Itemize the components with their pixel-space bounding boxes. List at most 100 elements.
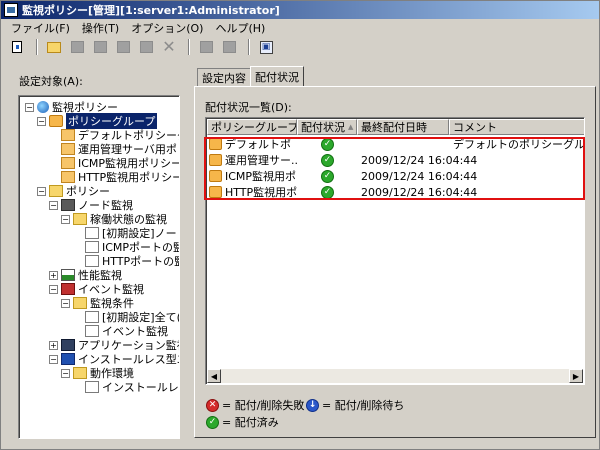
edit-button[interactable] <box>90 38 110 56</box>
import-button[interactable] <box>196 38 216 56</box>
find-icon: ▣ <box>259 40 273 54</box>
row-comment <box>483 152 583 168</box>
legend-waiting-label: = 配付/削除待ち <box>322 399 405 412</box>
tree-node-performance[interactable]: + 性能監視 <box>49 268 122 282</box>
export-button[interactable] <box>219 38 239 56</box>
tab-distribution-status[interactable]: 配付状況 <box>250 66 304 87</box>
new-button[interactable] <box>44 38 64 56</box>
tree-node-event-monitor[interactable]: − イベント監視 <box>49 282 144 296</box>
tree-node-default-all[interactable]: [初期設定]全て( <box>85 310 179 324</box>
collapse-icon[interactable]: − <box>49 284 58 294</box>
table-row[interactable]: デフォルトポ ✓ デフォルトのポリシーグループ <box>207 136 585 152</box>
app-icon <box>61 339 75 351</box>
group-icon <box>49 115 63 127</box>
table-row[interactable]: 運用管理サー... ✓ 2009/12/24 16:04:44 <box>207 152 584 168</box>
tree-node-installless-item[interactable]: インストールレ <box>85 380 179 394</box>
scroll-right-icon[interactable]: ▶ <box>569 369 583 383</box>
app-icon <box>4 3 18 17</box>
policy-tree[interactable]: − 監視ポリシー − ポリシーグループ デフォルトポリシーグル 運用管理サーバ用… <box>18 95 180 439</box>
tree-node-root[interactable]: − 監視ポリシー <box>25 100 118 114</box>
doc-icon <box>85 241 99 253</box>
column-header-status-label: 配付状況 <box>301 121 345 134</box>
tree-node-icmp-port[interactable]: ICMPポートの監 <box>85 240 179 254</box>
tree-node-app-monitor[interactable]: + アプリケーション監視 <box>49 338 179 352</box>
distribution-list-label: 配付状況一覧(D): <box>205 101 292 114</box>
folder-icon <box>73 213 87 225</box>
tree-node-event-monitor-item[interactable]: イベント監視 <box>85 324 168 338</box>
collapse-icon[interactable]: − <box>61 214 70 224</box>
column-header-last-date[interactable]: 最終配付日時 <box>357 119 449 135</box>
expand-icon[interactable]: + <box>49 270 58 280</box>
doc-icon <box>85 255 99 267</box>
row-name-cell: デフォルトポ <box>209 136 297 152</box>
menu-file[interactable]: ファイル(F) <box>5 20 76 36</box>
event-icon <box>61 283 75 295</box>
column-header-name[interactable]: ポリシーグループ名 <box>207 119 297 135</box>
tree-node-policy[interactable]: − ポリシー <box>37 184 110 198</box>
paste-button[interactable] <box>136 38 156 56</box>
row-date <box>361 136 449 152</box>
horizontal-scrollbar[interactable]: ◀ ▶ <box>207 369 583 383</box>
legend-waiting: ↓ = 配付/削除待ち <box>306 397 404 413</box>
tree-node-http-group[interactable]: HTTP監視用ポリシーグル <box>61 170 179 184</box>
distribution-list[interactable]: ポリシーグループ名 配付状況 ▲ 最終配付日時 コメント デフォルトポ ✓ デフ… <box>205 117 585 385</box>
policy-group-icon <box>209 170 222 182</box>
window-title: 監視ポリシー[管理][1:server1:Administrator] <box>22 4 280 17</box>
tree-node-installless[interactable]: − インストールレス型エ <box>49 352 179 366</box>
tree-node-http-port[interactable]: HTTPポートの監 <box>85 254 179 268</box>
collapse-icon[interactable]: − <box>61 368 70 378</box>
cut-button[interactable] <box>113 38 133 56</box>
delete-button[interactable]: ✕ <box>159 38 179 56</box>
tab-settings[interactable]: 設定内容 <box>197 68 251 86</box>
collapse-icon[interactable]: − <box>49 354 58 364</box>
doc-icon <box>85 227 99 239</box>
tree-node-environment[interactable]: − 動作環境 <box>61 366 134 380</box>
menu-operation[interactable]: 操作(T) <box>76 20 125 36</box>
policy-group-icon <box>209 138 222 150</box>
row-name-cell: 運用管理サー... <box>209 152 297 168</box>
tree-node-icmp-group[interactable]: ICMP監視用ポリシーグル <box>61 156 179 170</box>
doc-icon <box>85 311 99 323</box>
find-button[interactable]: ▣ <box>256 38 276 56</box>
tree-node-node-monitor[interactable]: − ノード監視 <box>49 198 133 212</box>
install-icon <box>61 353 75 365</box>
row-date: 2009/12/24 16:04:44 <box>361 169 478 183</box>
delete-icon: ✕ <box>162 37 176 56</box>
collapse-icon[interactable]: − <box>25 102 34 112</box>
row-status-cell: ✓ <box>321 152 341 168</box>
edit-icon <box>93 41 107 53</box>
tree-node-default-node[interactable]: [初期設定]ノー <box>85 226 177 240</box>
folder-icon <box>73 297 87 309</box>
table-row[interactable]: ICMP監視用ポ... ✓ 2009/12/24 16:04:44 <box>207 168 584 184</box>
menu-help[interactable]: ヘルプ(H) <box>209 20 271 36</box>
legend-failed: ✕ = 配付/削除失敗 <box>206 397 304 413</box>
table-row[interactable]: HTTP監視用ポ... ✓ 2009/12/24 16:04:44 <box>207 184 584 200</box>
tree-node-alive-monitor[interactable]: − 稼働状態の監視 <box>61 212 167 226</box>
column-header-comment[interactable]: コメント <box>449 119 584 135</box>
row-date: 2009/12/24 16:04:44 <box>361 153 478 167</box>
tree-node-default-group[interactable]: デフォルトポリシーグル <box>61 128 179 142</box>
new-icon <box>47 41 61 53</box>
export-icon <box>222 41 236 53</box>
collapse-icon[interactable]: − <box>37 186 46 196</box>
column-header-status[interactable]: 配付状況 ▲ <box>297 119 357 135</box>
copy-button[interactable] <box>67 38 87 56</box>
scroll-left-icon[interactable]: ◀ <box>207 369 221 383</box>
folder-icon <box>49 185 63 197</box>
expand-icon[interactable]: + <box>49 340 58 350</box>
policy-icon <box>61 143 75 155</box>
row-comment: デフォルトのポリシーグループ <box>453 138 585 151</box>
chart-icon <box>61 269 75 281</box>
collapse-icon[interactable]: − <box>37 116 46 126</box>
toolbar-separator <box>248 39 250 55</box>
collapse-icon[interactable]: − <box>61 298 70 308</box>
menu-options[interactable]: オプション(O) <box>125 20 209 36</box>
title-bar: 監視ポリシー[管理][1:server1:Administrator] <box>1 1 599 19</box>
tree-node-policy-group[interactable]: − ポリシーグループ <box>37 113 158 129</box>
tree-node-monitor-condition[interactable]: − 監視条件 <box>61 296 134 310</box>
row-comment <box>483 184 583 200</box>
tree-node-mgmt-group[interactable]: 運用管理サーバ用ポリシ <box>61 142 179 156</box>
open-button[interactable] <box>7 38 27 56</box>
collapse-icon[interactable]: − <box>49 200 58 210</box>
policy-group-icon <box>209 186 222 198</box>
